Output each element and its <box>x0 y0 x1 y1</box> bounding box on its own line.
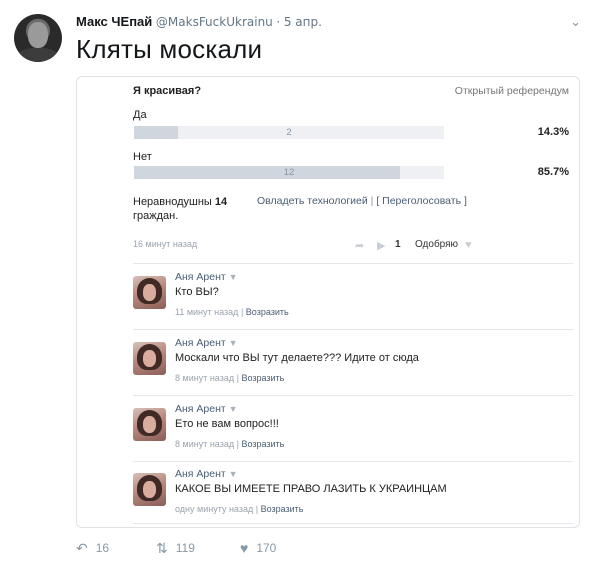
comment-meta: одну минуту назад | Возразить <box>175 504 304 514</box>
comment-time[interactable]: одну минуту назад <box>175 504 253 514</box>
comment-text: Кто ВЫ? <box>175 286 219 298</box>
poll-like-label[interactable]: Одобряю <box>415 239 458 250</box>
poll-question: Я красивая? <box>133 85 202 97</box>
divider <box>133 329 573 330</box>
meta-separator: | <box>236 439 239 449</box>
caret-down-icon[interactable]: ▼ <box>229 404 238 414</box>
comment-meta: 8 минут назад | Возразить <box>175 373 284 383</box>
comment: Аня Арент ▼ Кто ВЫ? 11 минут назад | Воз… <box>133 271 569 331</box>
comment-time[interactable]: 8 минут назад <box>175 439 234 449</box>
like-button[interactable]: ♥ 170 <box>240 540 276 556</box>
poll-option-label: Нет <box>133 151 152 163</box>
poll-time[interactable]: 16 минут назад <box>133 239 197 249</box>
share-icon[interactable]: ➦ <box>355 239 364 252</box>
retweet-button[interactable]: ⇅ 119 <box>156 540 195 557</box>
author-name[interactable]: Аня Арент <box>175 403 226 415</box>
retweet-count: 119 <box>175 541 195 555</box>
reply-count: 16 <box>95 541 110 555</box>
avatar-face <box>143 481 156 498</box>
reply-icon: ↶ <box>76 540 88 556</box>
author-name[interactable]: Аня Арент <box>175 468 226 480</box>
reply-link[interactable]: Возразить <box>246 307 289 317</box>
divider <box>133 395 573 396</box>
heart-icon: ♥ <box>240 540 249 556</box>
revote-link[interactable]: [ Переголосовать ] <box>376 195 467 207</box>
poll-like-count: 1 <box>395 239 401 250</box>
megaphone-icon[interactable]: ▶ <box>377 239 385 252</box>
tweet-date[interactable]: 5 апр. <box>284 15 322 29</box>
comment-time[interactable]: 11 минут назад <box>175 307 238 317</box>
divider <box>133 523 573 524</box>
meta-separator: | <box>236 373 239 383</box>
voters-prefix: Неравнодушны <box>133 196 212 208</box>
voters-suffix: граждан. <box>133 210 179 222</box>
poll-bar[interactable]: 12 <box>134 166 444 179</box>
author-handle[interactable]: @MaksFuckUkrainu <box>156 15 273 29</box>
comment-text: Ето не вам вопрос!!! <box>175 418 279 430</box>
reply-link[interactable]: Возразить <box>241 439 284 449</box>
chevron-down-icon[interactable]: ⌄ <box>570 14 581 30</box>
poll-percent: 85.7% <box>537 166 569 178</box>
poll-option-label: Да <box>133 109 147 121</box>
comment-text: Москали что ВЫ тут делаете??? Идите от с… <box>175 352 419 364</box>
comment-text: КАКОЕ ВЫ ИМЕЕТЕ ПРАВО ЛАЗИТЬ К УКРАИНЦАМ <box>175 483 447 495</box>
author-name[interactable]: Аня Арент <box>175 271 226 283</box>
tweet-text: Кляты москали <box>76 34 263 64</box>
author-avatar[interactable] <box>14 14 62 62</box>
poll-links: Овладеть технологией | [ Переголосовать … <box>257 195 467 207</box>
header-separator: · <box>276 15 281 29</box>
comment-author[interactable]: Аня Арент ▼ <box>175 271 238 283</box>
comment-author[interactable]: Аня Арент ▼ <box>175 337 238 349</box>
poll-bar-count: 2 <box>286 127 292 138</box>
commenter-avatar[interactable] <box>133 342 166 375</box>
poll-bar[interactable]: 2 <box>134 126 444 139</box>
retweet-icon: ⇅ <box>156 540 168 556</box>
voters-count: 14 <box>214 196 228 208</box>
comment-time[interactable]: 8 минут назад <box>175 373 234 383</box>
comment: Аня Арент ▼ Москали что ВЫ тут делаете??… <box>133 337 569 397</box>
meta-separator: | <box>240 307 244 317</box>
poll-percent: 14.3% <box>537 126 569 138</box>
own-technology-link[interactable]: Овладеть технологией <box>257 195 368 207</box>
poll-meta: 16 минут назад ➦ ▶ 1 Одобряю ♥ <box>133 239 569 253</box>
link-separator: | <box>370 195 374 207</box>
like-count: 170 <box>256 541 277 555</box>
avatar-face <box>28 22 48 48</box>
caret-down-icon[interactable]: ▼ <box>229 469 238 479</box>
avatar-shirt <box>18 48 58 62</box>
avatar-face <box>143 350 156 367</box>
author-name[interactable]: Аня Арент <box>175 337 226 349</box>
avatar-face <box>143 284 156 301</box>
divider <box>133 461 573 462</box>
comment-author[interactable]: Аня Арент ▼ <box>175 468 238 480</box>
avatar-face <box>143 416 156 433</box>
comment-meta: 8 минут назад | Возразить <box>175 439 284 449</box>
commenter-avatar[interactable] <box>133 408 166 441</box>
meta-separator: | <box>255 504 259 514</box>
reply-link[interactable]: Возразить <box>261 504 304 514</box>
reply-link[interactable]: Возразить <box>241 373 284 383</box>
tweet: Макс ЧЕпай @MaksFuckUkrainu · 5 апр. ⌄ К… <box>0 0 599 573</box>
reply-button[interactable]: ↶ 16 <box>76 540 109 557</box>
commenter-avatar[interactable] <box>133 276 166 309</box>
poll-voters: Неравнодушны 14 граждан. <box>133 195 243 223</box>
divider <box>133 263 573 264</box>
tweet-image[interactable]: Я красивая? Открытый референдум Да 2 14.… <box>76 76 580 528</box>
tweet-header: Макс ЧЕпай @MaksFuckUkrainu · 5 апр. <box>76 14 322 29</box>
heart-icon[interactable]: ♥ <box>465 239 472 251</box>
comment-meta: 11 минут назад | Возразить <box>175 307 289 317</box>
caret-down-icon[interactable]: ▼ <box>229 338 238 348</box>
author-name[interactable]: Макс ЧЕпай <box>76 14 152 29</box>
caret-down-icon[interactable]: ▼ <box>229 272 238 282</box>
commenter-avatar[interactable] <box>133 473 166 506</box>
comment-author[interactable]: Аня Арент ▼ <box>175 403 238 415</box>
comment: Аня Арент ▼ КАКОЕ ВЫ ИМЕЕТЕ ПРАВО ЛАЗИТЬ… <box>133 468 569 527</box>
poll-type: Открытый референдум <box>454 85 569 97</box>
poll-bar-count: 12 <box>283 167 295 178</box>
comment: Аня Арент ▼ Ето не вам вопрос!!! 8 минут… <box>133 403 569 463</box>
